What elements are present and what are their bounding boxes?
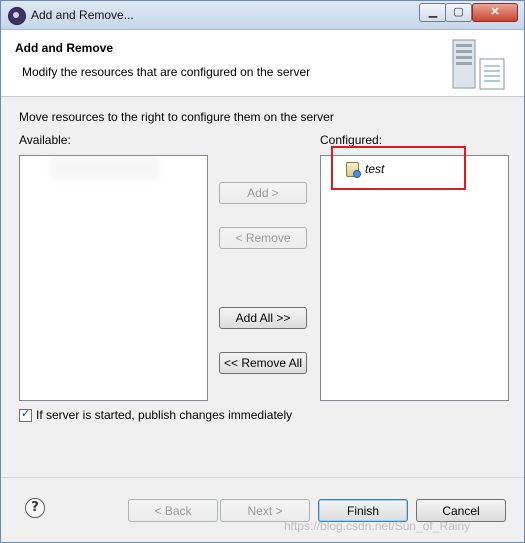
eclipse-app-icon: [8, 7, 26, 25]
publish-checkbox[interactable]: [19, 407, 32, 422]
minimize-button[interactable]: ▁: [419, 3, 447, 22]
instruction-text: Move resources to the right to configure…: [19, 110, 334, 124]
footer-divider: [1, 477, 524, 478]
help-button[interactable]: ?: [25, 498, 45, 518]
remove-all-button[interactable]: << Remove All: [219, 352, 307, 374]
maximize-icon: ▢: [453, 6, 464, 18]
watermark-text: https://blog.csdn.net/Sun_of_Rainy: [284, 519, 471, 533]
server-wizard-icon: [452, 39, 505, 90]
blurred-region: [50, 156, 160, 180]
wizard-header: Add and Remove Modify the resources that…: [1, 30, 524, 97]
configured-label: Configured:: [320, 133, 383, 147]
page-description: Modify the resources that are configured…: [22, 65, 311, 79]
back-button[interactable]: < Back: [128, 499, 218, 522]
add-button[interactable]: Add >: [219, 182, 307, 204]
publish-label: If server is started, publish changes im…: [36, 408, 293, 422]
help-icon: ?: [31, 500, 39, 515]
title-bar[interactable]: Add and Remove... ▁ ▢ ✕: [1, 1, 524, 30]
remove-button[interactable]: < Remove: [219, 227, 307, 249]
red-highlight-box: [331, 146, 466, 190]
available-list[interactable]: [19, 155, 208, 401]
available-label: Available:: [19, 133, 71, 147]
publish-option[interactable]: If server is started, publish changes im…: [19, 407, 293, 422]
add-remove-dialog: Add and Remove... ▁ ▢ ✕ Add and Remove M…: [0, 0, 525, 543]
close-button[interactable]: ✕: [472, 3, 518, 22]
close-icon: ✕: [490, 6, 500, 18]
maximize-button[interactable]: ▢: [445, 3, 472, 22]
minimize-icon: ▁: [428, 6, 438, 18]
page-title: Add and Remove: [15, 41, 114, 55]
window-title: Add and Remove...: [31, 8, 134, 22]
configured-list[interactable]: test: [320, 155, 509, 401]
add-all-button[interactable]: Add All >>: [219, 307, 307, 329]
